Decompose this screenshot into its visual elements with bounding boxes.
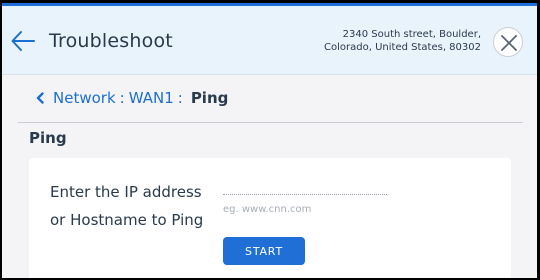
breadcrumb-wan1[interactable]: WAN1 — [129, 89, 174, 107]
address-line-2: Colorado, United States, 80302 — [324, 42, 481, 53]
prompt-line-2: or Hostname to Ping — [50, 211, 204, 229]
divider — [18, 122, 523, 123]
section-title: Ping — [29, 129, 67, 147]
breadcrumb-network[interactable]: Network — [53, 89, 116, 107]
breadcrumb-current: Ping — [190, 89, 229, 107]
breadcrumb-separator: : — [119, 89, 125, 107]
breadcrumb: Network : WAN1 : Ping — [35, 89, 228, 107]
app-window: Troubleshoot 2340 South street, Boulder,… — [2, 3, 537, 278]
close-button[interactable] — [493, 27, 523, 57]
address-line-1: 2340 South street, Boulder, — [342, 29, 481, 40]
start-button[interactable]: START — [223, 237, 305, 265]
page-title: Troubleshoot — [49, 30, 173, 52]
ping-card: Enter the IP address or Hostname to Ping… — [29, 158, 511, 278]
ping-prompt: Enter the IP address or Hostname to Ping — [50, 178, 220, 234]
close-icon — [501, 35, 517, 51]
host-input[interactable] — [223, 194, 387, 220]
site-address: 2340 South street, Boulder, Colorado, Un… — [261, 28, 481, 54]
breadcrumb-separator: : — [177, 89, 183, 107]
prompt-line-1: Enter the IP address — [50, 183, 202, 201]
chevron-left-icon[interactable] — [35, 92, 45, 104]
arrow-left-icon[interactable] — [10, 29, 36, 53]
header: Troubleshoot 2340 South street, Boulder,… — [2, 6, 537, 75]
